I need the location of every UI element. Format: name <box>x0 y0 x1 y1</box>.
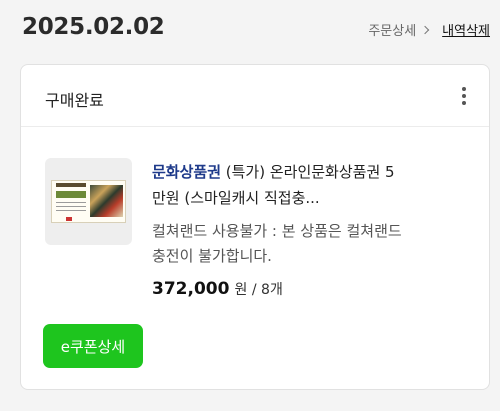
e-coupon-detail-button[interactable]: e쿠폰상세 <box>43 324 143 368</box>
card-header: 구매완료 <box>21 65 489 127</box>
gift-voucher-image <box>51 180 126 223</box>
product-title[interactable]: 문화상품권 (특가) 온라인문화상품권 5만원 (스마일캐시 직접충... <box>152 159 402 211</box>
order-detail-link[interactable]: 주문상세 <box>368 20 438 39</box>
order-card: 구매완료 문화상품권 (특가) 온라인문화상품권 5만원 (스마일캐시 직접충.… <box>20 64 490 390</box>
order-status: 구매완료 <box>45 91 104 110</box>
chevron-right-icon <box>420 25 430 34</box>
order-header: 2025.02.02 주문상세 내역삭제 <box>22 14 490 44</box>
product-thumbnail[interactable] <box>45 158 132 245</box>
order-date: 2025.02.02 <box>22 14 165 40</box>
more-vertical-icon[interactable] <box>461 87 467 107</box>
price-row: 372,000 원 / 8개 <box>152 279 283 299</box>
order-detail-label: 주문상세 <box>368 24 417 39</box>
product-brand: 문화상품권 <box>152 163 222 181</box>
price-unit: 원 <box>234 282 248 298</box>
delete-history-link[interactable]: 내역삭제 <box>442 20 490 39</box>
product-price: 372,000 <box>152 279 230 299</box>
product-quantity: / 8개 <box>247 282 283 298</box>
header-links: 주문상세 내역삭제 <box>368 20 490 39</box>
product-notice: 컬쳐랜드 사용불가 : 본 상품은 컬쳐랜드 충전이 불가합니다. <box>152 222 402 265</box>
